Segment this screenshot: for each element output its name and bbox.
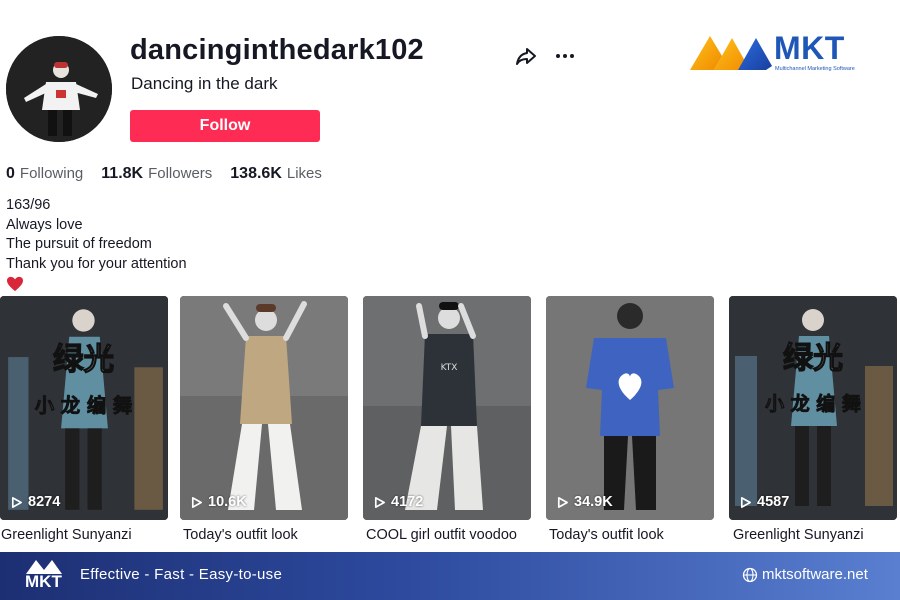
video-card[interactable]: 34.9K [546,296,714,520]
footer-slogan: Effective - Fast - Easy-to-use [80,566,283,583]
video-thumbnail [180,296,348,520]
footer-website-text: mktsoftware.net [762,566,868,583]
video-thumbnail [546,296,714,520]
profile-username: dancinginthedark102 [130,34,424,66]
play-icon [11,496,22,508]
stat-label: Likes [286,165,322,182]
more-options-icon[interactable] [553,44,577,68]
video-caption[interactable]: Greenlight Sunyanzi [733,527,864,543]
profile-bio: 163/96 Always love The pursuit of freedo… [6,196,187,292]
bio-line: 163/96 [6,197,51,213]
globe-icon [742,567,758,582]
follow-button[interactable]: Follow [130,110,320,142]
video-grid: 绿光 小 龙 编 舞 8274 Greenlight Sunyanzi 10.6… [0,296,900,546]
view-count-value: 10.6K [208,494,247,510]
view-count-value: 8274 [28,494,61,510]
video-card[interactable]: KTX 4172 [363,296,531,520]
stat-label: Following [19,165,84,182]
video-caption[interactable]: Greenlight Sunyanzi [1,527,132,543]
view-count: 4587 [739,494,789,510]
stat-likes: 138.6K Likes [230,165,322,183]
profile-avatar[interactable] [6,36,112,142]
stat-value: 138.6K [230,165,282,182]
profile-stats: 0 Following 11.8K Followers 138.6K Likes [6,165,322,183]
stat-label: Followers [148,165,213,182]
view-count-value: 4172 [391,494,424,510]
video-thumbnail: 绿光 小 龙 编 舞 [729,296,897,520]
video-overlay-title: 绿光 [783,341,843,376]
bio-line: Thank you for your attention [6,255,187,272]
video-overlay-subtitle: 小 龙 编 舞 [35,394,132,417]
video-card[interactable]: 10.6K [180,296,348,520]
share-icon[interactable] [514,44,538,68]
play-icon [191,496,202,508]
bio-line: The pursuit of freedom [6,236,152,252]
bio-line: Always love [6,216,83,233]
video-thumbnail: 绿光 小 龙 编 舞 [0,296,168,520]
footer-website[interactable]: mktsoftware.net [742,566,868,583]
video-thumbnail: KTX [363,296,531,520]
play-icon [740,496,751,508]
play-icon [557,496,568,508]
footer-banner: MKT Effective - Fast - Easy-to-use mktso… [0,552,900,600]
mkt-logo-tagline: Multichannel Marketing Software [775,66,855,72]
svg-text:KTX: KTX [441,363,458,373]
view-count-value: 4587 [757,494,790,510]
video-caption[interactable]: Today's outfit look [183,527,298,543]
stat-following[interactable]: 0 Following [6,165,83,183]
profile-nickname: Dancing in the dark [131,74,278,93]
video-overlay-subtitle: 小 龙 编 舞 [765,392,861,415]
view-count: 34.9K [556,494,613,510]
video-card[interactable]: 绿光 小 龙 编 舞 4587 [729,296,897,520]
video-caption[interactable]: Today's outfit look [549,527,664,543]
play-icon [374,496,385,508]
mkt-logo-text: MKT [774,30,845,66]
view-count: 4172 [373,494,423,510]
view-count: 8274 [10,494,60,510]
heart-icon [7,276,23,292]
stat-followers[interactable]: 11.8K Followers [101,165,212,183]
view-count: 10.6K [190,494,247,510]
view-count-value: 34.9K [574,494,613,510]
footer-logo-text: MKT [25,572,62,591]
stat-value: 0 [6,165,15,182]
stat-value: 11.8K [101,165,144,182]
video-caption[interactable]: COOL girl outfit voodoo [366,527,517,543]
video-overlay-title: 绿光 [53,342,114,377]
video-card[interactable]: 绿光 小 龙 编 舞 8274 [0,296,168,520]
